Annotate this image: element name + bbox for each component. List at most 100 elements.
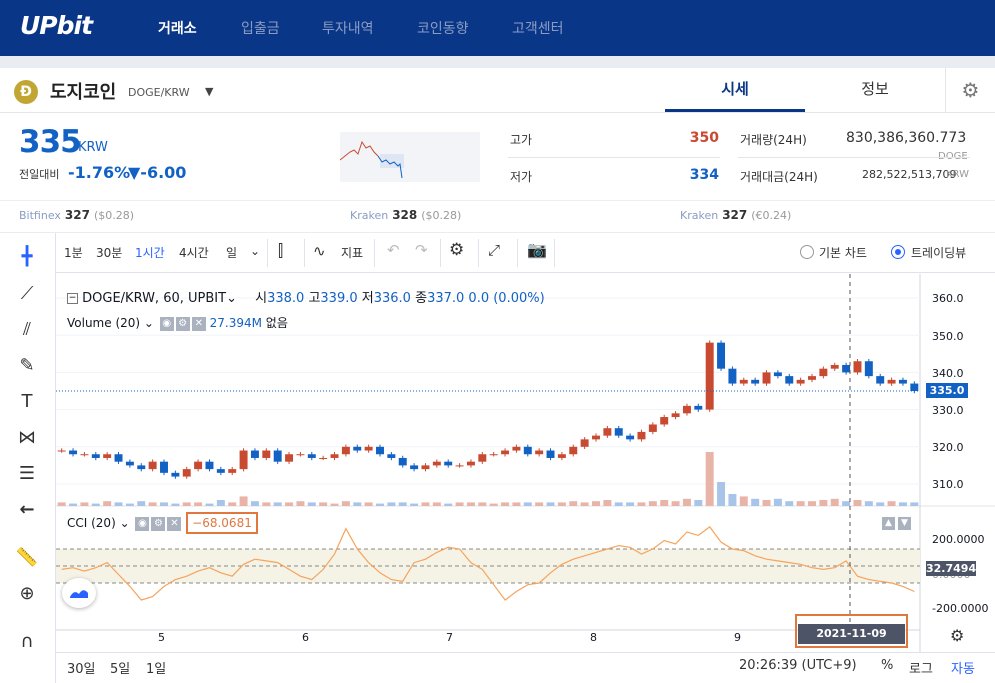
- candle-body: [69, 450, 78, 455]
- log-toggle[interactable]: 로그: [909, 658, 933, 677]
- volume-bar: [296, 501, 305, 506]
- eye-icon[interactable]: ◉: [159, 316, 174, 331]
- candle-body: [751, 379, 760, 384]
- interval-4h[interactable]: 4시간: [179, 244, 209, 261]
- tradingview-logo-icon[interactable]: [62, 578, 96, 608]
- indicator-button[interactable]: 지표: [341, 244, 363, 261]
- tradingview-label[interactable]: 트레이딩뷰: [911, 244, 966, 261]
- settings-icon[interactable]: ⚙: [449, 240, 464, 260]
- volume-bar: [762, 500, 771, 506]
- basic-chart-label[interactable]: 기본 차트: [819, 244, 867, 261]
- fullscreen-icon[interactable]: ⤢: [488, 241, 500, 259]
- volume-legend: Volume (20) ⌄ ◉ ⚙ ✕ 27.394M 없음: [67, 314, 288, 331]
- volume-bar: [853, 500, 862, 506]
- close-icon[interactable]: ✕: [191, 316, 206, 331]
- nav-coin-trends[interactable]: 코인동향: [417, 18, 469, 38]
- axis-settings-icon[interactable]: ⚙: [950, 626, 964, 645]
- text-icon[interactable]: T: [12, 388, 42, 416]
- volume-bar: [216, 500, 225, 506]
- candle-body: [546, 450, 555, 458]
- amount-unit: KRW: [946, 169, 969, 180]
- arrow-left-icon[interactable]: ←: [12, 496, 42, 524]
- brush-icon[interactable]: ✎: [12, 352, 42, 380]
- chevron-down-icon[interactable]: ⌄: [140, 316, 154, 330]
- candle-body: [398, 457, 407, 466]
- volume-bar: [330, 503, 339, 506]
- change-percent: -1.76%: [68, 163, 131, 182]
- exchange-usd: ($0.28): [421, 209, 462, 222]
- volume-bar: [160, 502, 168, 506]
- interval-dropdown-icon[interactable]: ⌄: [250, 244, 260, 258]
- ruler-icon[interactable]: 📏: [12, 544, 42, 572]
- divider: [508, 157, 720, 158]
- nav-deposit[interactable]: 입출금: [241, 18, 280, 38]
- prediction-icon[interactable]: ☰: [12, 460, 42, 488]
- camera-icon[interactable]: 📷: [527, 240, 547, 259]
- indicator-icon[interactable]: ∿: [313, 242, 326, 260]
- nav-customer-center[interactable]: 고객센터: [512, 18, 564, 38]
- gear-icon[interactable]: ⚙: [151, 516, 166, 531]
- auto-toggle[interactable]: 자동: [951, 658, 975, 677]
- tradingview-radio[interactable]: [891, 245, 905, 259]
- range-5d[interactable]: 5일: [110, 658, 130, 677]
- interval-1h[interactable]: 1시간: [135, 244, 165, 261]
- collapse-icon[interactable]: −: [67, 293, 78, 304]
- candle-body: [535, 450, 544, 455]
- interval-1m[interactable]: 1분: [64, 244, 83, 261]
- crosshair-icon[interactable]: ╋: [12, 243, 42, 271]
- cci-name[interactable]: CCI (20): [67, 516, 116, 530]
- volume-bar: [285, 502, 294, 506]
- low-value: 334: [689, 167, 719, 183]
- pane-down-icon[interactable]: ▼: [898, 517, 911, 530]
- range-30d[interactable]: 30일: [67, 658, 96, 677]
- redo-icon[interactable]: ↷: [415, 241, 428, 259]
- volume-bar: [205, 503, 214, 506]
- divider: [738, 157, 970, 158]
- volume-bar: [523, 502, 532, 506]
- candle-body: [171, 472, 180, 477]
- pattern-icon[interactable]: ⋈: [12, 424, 42, 452]
- volume-bar: [228, 502, 237, 506]
- tab-price[interactable]: 시세: [665, 68, 805, 112]
- candle-body: [682, 405, 691, 414]
- chevron-down-icon[interactable]: ⌄: [116, 516, 130, 530]
- chevron-down-icon[interactable]: ▼: [205, 85, 213, 98]
- undo-icon[interactable]: ↶: [387, 241, 400, 259]
- volume-bar: [569, 501, 578, 506]
- candle-body: [410, 465, 419, 470]
- volume-bar: [239, 496, 248, 506]
- nav-exchange[interactable]: 거래소: [158, 18, 197, 38]
- candle-body: [273, 450, 282, 462]
- symbol-label[interactable]: DOGE/KRW, 60, UPBIT: [82, 291, 226, 306]
- exchange-name: Kraken: [350, 209, 389, 222]
- basic-chart-radio[interactable]: [800, 245, 814, 259]
- volume-bar: [751, 498, 760, 506]
- upbit-logo[interactable]: UPbit: [20, 11, 93, 40]
- separator: [374, 239, 375, 267]
- trendline-icon[interactable]: ⟋: [12, 280, 42, 308]
- range-1d[interactable]: 1일: [146, 658, 166, 677]
- candle-body: [864, 361, 873, 377]
- magnet-icon[interactable]: ∩: [12, 628, 42, 656]
- pane-up-icon[interactable]: ▲: [882, 517, 895, 530]
- volume-name[interactable]: Volume (20): [67, 316, 140, 330]
- chevron-down-icon[interactable]: ⌄: [226, 291, 237, 306]
- candle-body: [307, 454, 316, 458]
- gear-icon[interactable]: ⚙: [175, 316, 190, 331]
- interval-30m[interactable]: 30분: [96, 244, 122, 261]
- nav-investments[interactable]: 투자내역: [322, 18, 374, 38]
- volume-bar: [103, 501, 112, 506]
- candle-body: [182, 469, 191, 477]
- settings-gear-icon[interactable]: ⚙: [945, 68, 995, 112]
- pitchfork-icon[interactable]: ⫽: [12, 316, 42, 344]
- candle-type-icon[interactable]: ⫿: [278, 241, 283, 261]
- low-label: 저가: [510, 170, 533, 184]
- close-icon[interactable]: ✕: [167, 516, 182, 531]
- zoom-in-icon[interactable]: ⊕: [12, 580, 42, 608]
- volume-value: 27.394M: [209, 316, 262, 330]
- candle-body: [387, 454, 396, 458]
- tab-info[interactable]: 정보: [805, 68, 945, 112]
- eye-icon[interactable]: ◉: [135, 516, 150, 531]
- interval-day[interactable]: 일: [226, 244, 237, 261]
- percent-toggle[interactable]: %: [881, 658, 893, 673]
